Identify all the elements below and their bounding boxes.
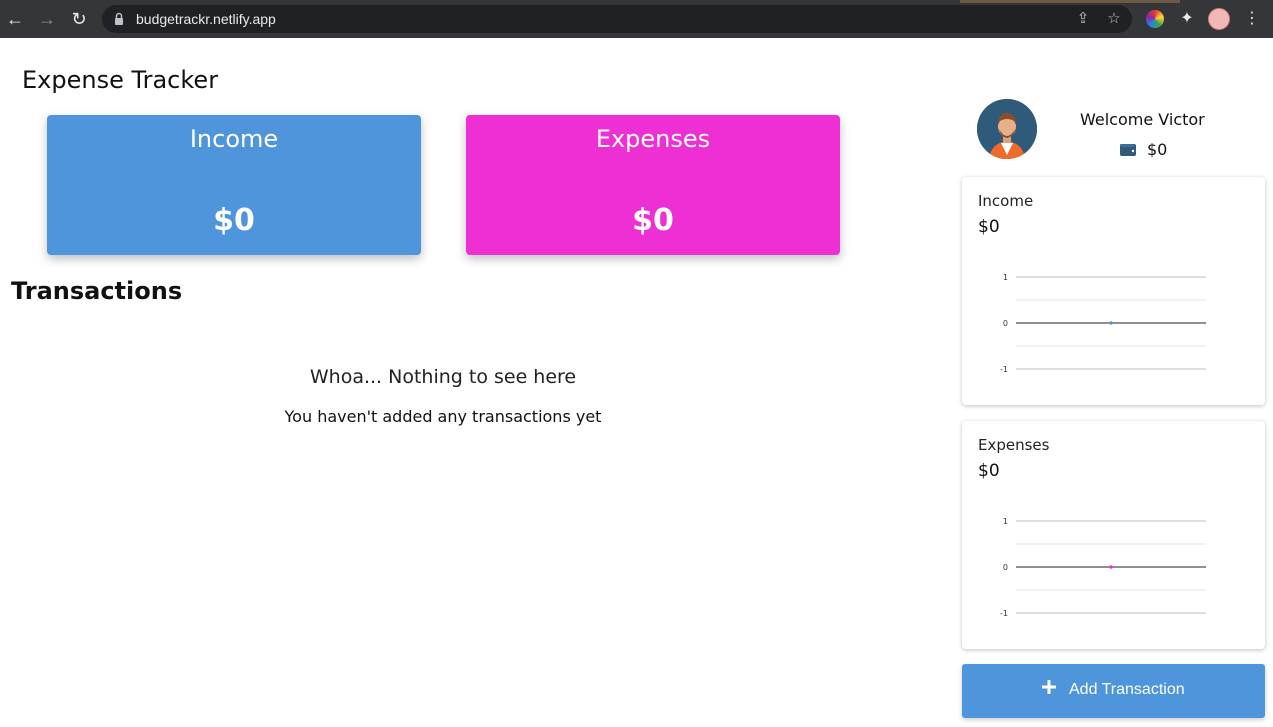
user-avatar [977, 99, 1037, 159]
wallet-balance-value: $0 [1147, 140, 1168, 159]
forward-arrow-icon[interactable]: → [36, 8, 58, 30]
income-card-label: Income [189, 125, 279, 153]
wallet-icon [1120, 144, 1136, 156]
income-summary-card: Income $0 [47, 115, 421, 255]
income-mini-chart: 1 0 -1 [1000, 273, 1206, 374]
back-arrow-icon[interactable]: ← [4, 8, 26, 30]
expenses-card-label: Expenses [595, 125, 711, 153]
tab-strip-accent [960, 0, 1180, 3]
share-icon[interactable]: ⇪ [1074, 10, 1092, 28]
plus-icon [1042, 680, 1056, 694]
empty-state-subtitle: You haven't added any transactions yet [284, 407, 602, 426]
chart-y-tick-label: 1 [1003, 517, 1008, 526]
add-transaction-button[interactable]: Add Transaction [962, 664, 1265, 718]
expenses-chart-card: Expenses $0 1 0 -1 [962, 421, 1265, 649]
color-picker-extension-icon[interactable] [1146, 10, 1164, 28]
chart-y-tick-label: -1 [1000, 609, 1008, 618]
address-bar[interactable]: budgetrackr.netlify.app ⇪ ☆ [102, 5, 1132, 33]
chart-data-point [1109, 565, 1113, 569]
extensions-puzzle-icon[interactable]: ✦ [1177, 9, 1197, 29]
empty-state-title: Whoa... Nothing to see here [309, 366, 577, 388]
chart-y-tick-label: 0 [1003, 563, 1008, 572]
chart-data-point [1109, 321, 1113, 325]
url-text[interactable]: budgetrackr.netlify.app [136, 11, 276, 27]
user-avatar-illustration [977, 99, 1037, 159]
expenses-mini-chart: 1 0 -1 [1000, 517, 1206, 618]
income-chart-card: Income $0 1 0 -1 [962, 177, 1265, 405]
income-chart-label: Income [978, 192, 1034, 210]
profile-avatar-icon[interactable] [1208, 8, 1230, 30]
expenses-chart-value: $0 [978, 461, 1000, 481]
bookmark-star-icon[interactable]: ☆ [1105, 10, 1123, 28]
income-card-value: $0 [213, 203, 255, 238]
expenses-chart-label: Expenses [978, 436, 1050, 454]
welcome-text: Welcome Victor [1080, 110, 1205, 129]
browser-toolbar: ← → ↻ budgetrackr.netlify.app ⇪ ☆ ✦ ⋮ [0, 0, 1273, 38]
browser-menu-icon[interactable]: ⋮ [1242, 9, 1262, 29]
add-transaction-label: Add Transaction [1069, 681, 1185, 698]
income-chart-value: $0 [978, 217, 1000, 237]
chart-y-tick-label: 1 [1003, 273, 1008, 282]
chart-y-tick-label: -1 [1000, 365, 1008, 374]
lock-icon [115, 12, 123, 25]
page-title: Expense Tracker [22, 66, 219, 94]
chart-y-tick-label: 0 [1003, 319, 1008, 328]
expenses-summary-card: Expenses $0 [466, 115, 840, 255]
expenses-card-value: $0 [632, 203, 674, 238]
transactions-title: Transactions [11, 277, 183, 305]
reload-icon[interactable]: ↻ [68, 8, 90, 30]
